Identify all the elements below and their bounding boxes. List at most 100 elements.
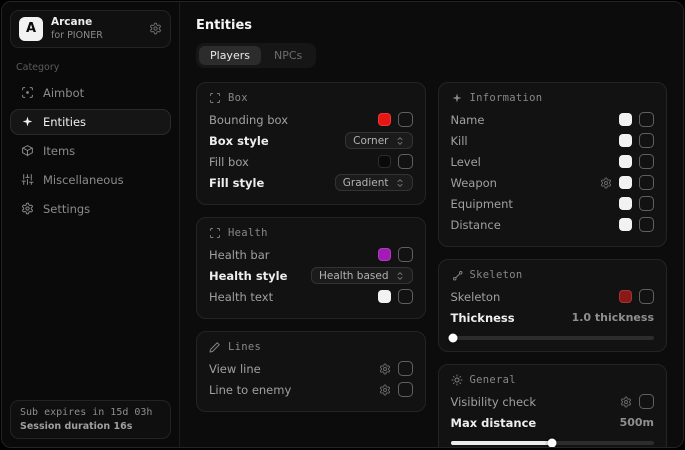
color-swatch[interactable] — [378, 248, 391, 261]
row-label: Name — [451, 113, 485, 127]
color-swatch[interactable] — [619, 134, 632, 147]
slider[interactable] — [451, 441, 655, 445]
row-controls — [620, 394, 654, 409]
checkbox[interactable] — [639, 175, 654, 190]
row-settings-gear-icon[interactable] — [620, 396, 632, 408]
dropdown-box-style[interactable]: Corner — [345, 132, 412, 149]
color-swatch[interactable] — [619, 113, 632, 126]
settings-row: Max distance500m — [451, 412, 655, 433]
row-label: Level — [451, 155, 481, 169]
settings-row: Health bar — [209, 244, 413, 265]
checkbox[interactable] — [398, 382, 413, 397]
panel-header: Lines — [209, 341, 413, 353]
unfold-icon — [395, 271, 405, 281]
checkbox[interactable] — [639, 133, 654, 148]
row-controls — [378, 154, 413, 169]
checkbox[interactable] — [398, 154, 413, 169]
sparkle-icon — [21, 115, 34, 128]
settings-row: Line to enemy — [209, 379, 413, 400]
row-label: Max distance — [451, 416, 537, 430]
panel-title: Box — [228, 92, 248, 104]
panel-title: Health — [228, 227, 268, 239]
color-swatch[interactable] — [619, 155, 632, 168]
checkbox[interactable] — [639, 154, 654, 169]
page-title: Entities — [196, 18, 667, 33]
row-label: Kill — [451, 134, 468, 148]
row-settings-gear-icon[interactable] — [379, 384, 391, 396]
color-swatch[interactable] — [378, 155, 391, 168]
row-label: Health bar — [209, 248, 270, 262]
gear-icon[interactable] — [149, 22, 162, 35]
checkbox[interactable] — [639, 217, 654, 232]
sidebar-item-miscellaneous[interactable]: Miscellaneous — [10, 167, 171, 193]
left-column: BoxBounding boxBox styleCornerFill boxFi… — [196, 82, 426, 412]
brand-card: A Arcane for PIONER — [10, 10, 171, 48]
panel-skeleton: SkeletonSkeletonThickness1.0 thickness — [438, 259, 668, 352]
row-controls — [619, 133, 654, 148]
color-swatch[interactable] — [378, 113, 391, 126]
row-settings-gear-icon[interactable] — [379, 363, 391, 375]
brand-logo: A — [19, 17, 43, 41]
settings-row: Name — [451, 109, 655, 130]
panel-columns: BoxBounding boxBox styleCornerFill boxFi… — [196, 82, 667, 448]
sparkle-icon — [451, 92, 463, 104]
slider-thumb[interactable] — [448, 334, 457, 343]
checkbox[interactable] — [398, 112, 413, 127]
checkbox[interactable] — [398, 289, 413, 304]
tab-npcs[interactable]: NPCs — [263, 46, 313, 65]
color-swatch[interactable] — [619, 218, 632, 231]
color-swatch[interactable] — [619, 197, 632, 210]
sidebar-item-label: Aimbot — [43, 86, 84, 100]
color-swatch[interactable] — [378, 290, 391, 303]
checkbox[interactable] — [639, 394, 654, 409]
checkbox[interactable] — [639, 112, 654, 127]
dropdown-fill-style[interactable]: Gradient — [335, 174, 413, 191]
panel-header: Skeleton — [451, 269, 655, 281]
color-swatch[interactable] — [619, 290, 632, 303]
settings-row: Distance — [451, 214, 655, 235]
row-controls: Health based — [311, 267, 413, 284]
row-controls: Gradient — [335, 174, 413, 191]
checkbox[interactable] — [398, 361, 413, 376]
settings-row: Visibility check — [451, 391, 655, 412]
row-label: Bounding box — [209, 113, 288, 127]
panel-information: InformationNameKillLevelWeaponEquipmentD… — [438, 82, 668, 247]
panel-lines: LinesView lineLine to enemy — [196, 331, 426, 412]
panel-title: Lines — [228, 341, 261, 353]
settings-row: Health text — [209, 286, 413, 307]
panel-header: Health — [209, 227, 413, 239]
sidebar-spacer — [10, 222, 171, 400]
checkbox[interactable] — [398, 247, 413, 262]
sidebar-item-label: Miscellaneous — [43, 173, 124, 187]
settings-row: Fill styleGradient — [209, 172, 413, 193]
dropdown-value: Gradient — [343, 177, 389, 189]
row-controls: Corner — [345, 132, 412, 149]
row-controls — [378, 289, 413, 304]
panel-header: Box — [209, 92, 413, 104]
slider[interactable] — [451, 336, 655, 340]
checkbox[interactable] — [639, 196, 654, 211]
settings-row: Equipment — [451, 193, 655, 214]
row-controls — [378, 247, 413, 262]
sliders-icon — [21, 173, 34, 186]
sidebar-item-label: Entities — [43, 115, 86, 129]
sidebar-item-label: Items — [43, 144, 75, 158]
row-controls — [600, 175, 654, 190]
checkbox[interactable] — [639, 289, 654, 304]
tab-players[interactable]: Players — [199, 46, 261, 65]
dropdown-health-style[interactable]: Health based — [311, 267, 413, 284]
sidebar-item-aimbot[interactable]: Aimbot — [10, 80, 171, 106]
row-controls — [619, 289, 654, 304]
settings-row: Bounding box — [209, 109, 413, 130]
row-settings-gear-icon[interactable] — [600, 177, 612, 189]
panel-health: Health Health bar Health styleHealth based… — [196, 217, 426, 319]
sidebar-item-entities[interactable]: Entities — [10, 109, 171, 135]
subscription-card: Sub expires in 15d 03h Session duration … — [10, 400, 171, 439]
settings-row: Health styleHealth based — [209, 265, 413, 286]
color-swatch[interactable] — [619, 176, 632, 189]
sidebar-item-items[interactable]: Items — [10, 138, 171, 164]
sidebar-item-settings[interactable]: Settings — [10, 196, 171, 222]
slider-thumb[interactable] — [548, 439, 557, 448]
session-duration-text: Session duration 16s — [20, 421, 161, 432]
row-controls — [619, 196, 654, 211]
